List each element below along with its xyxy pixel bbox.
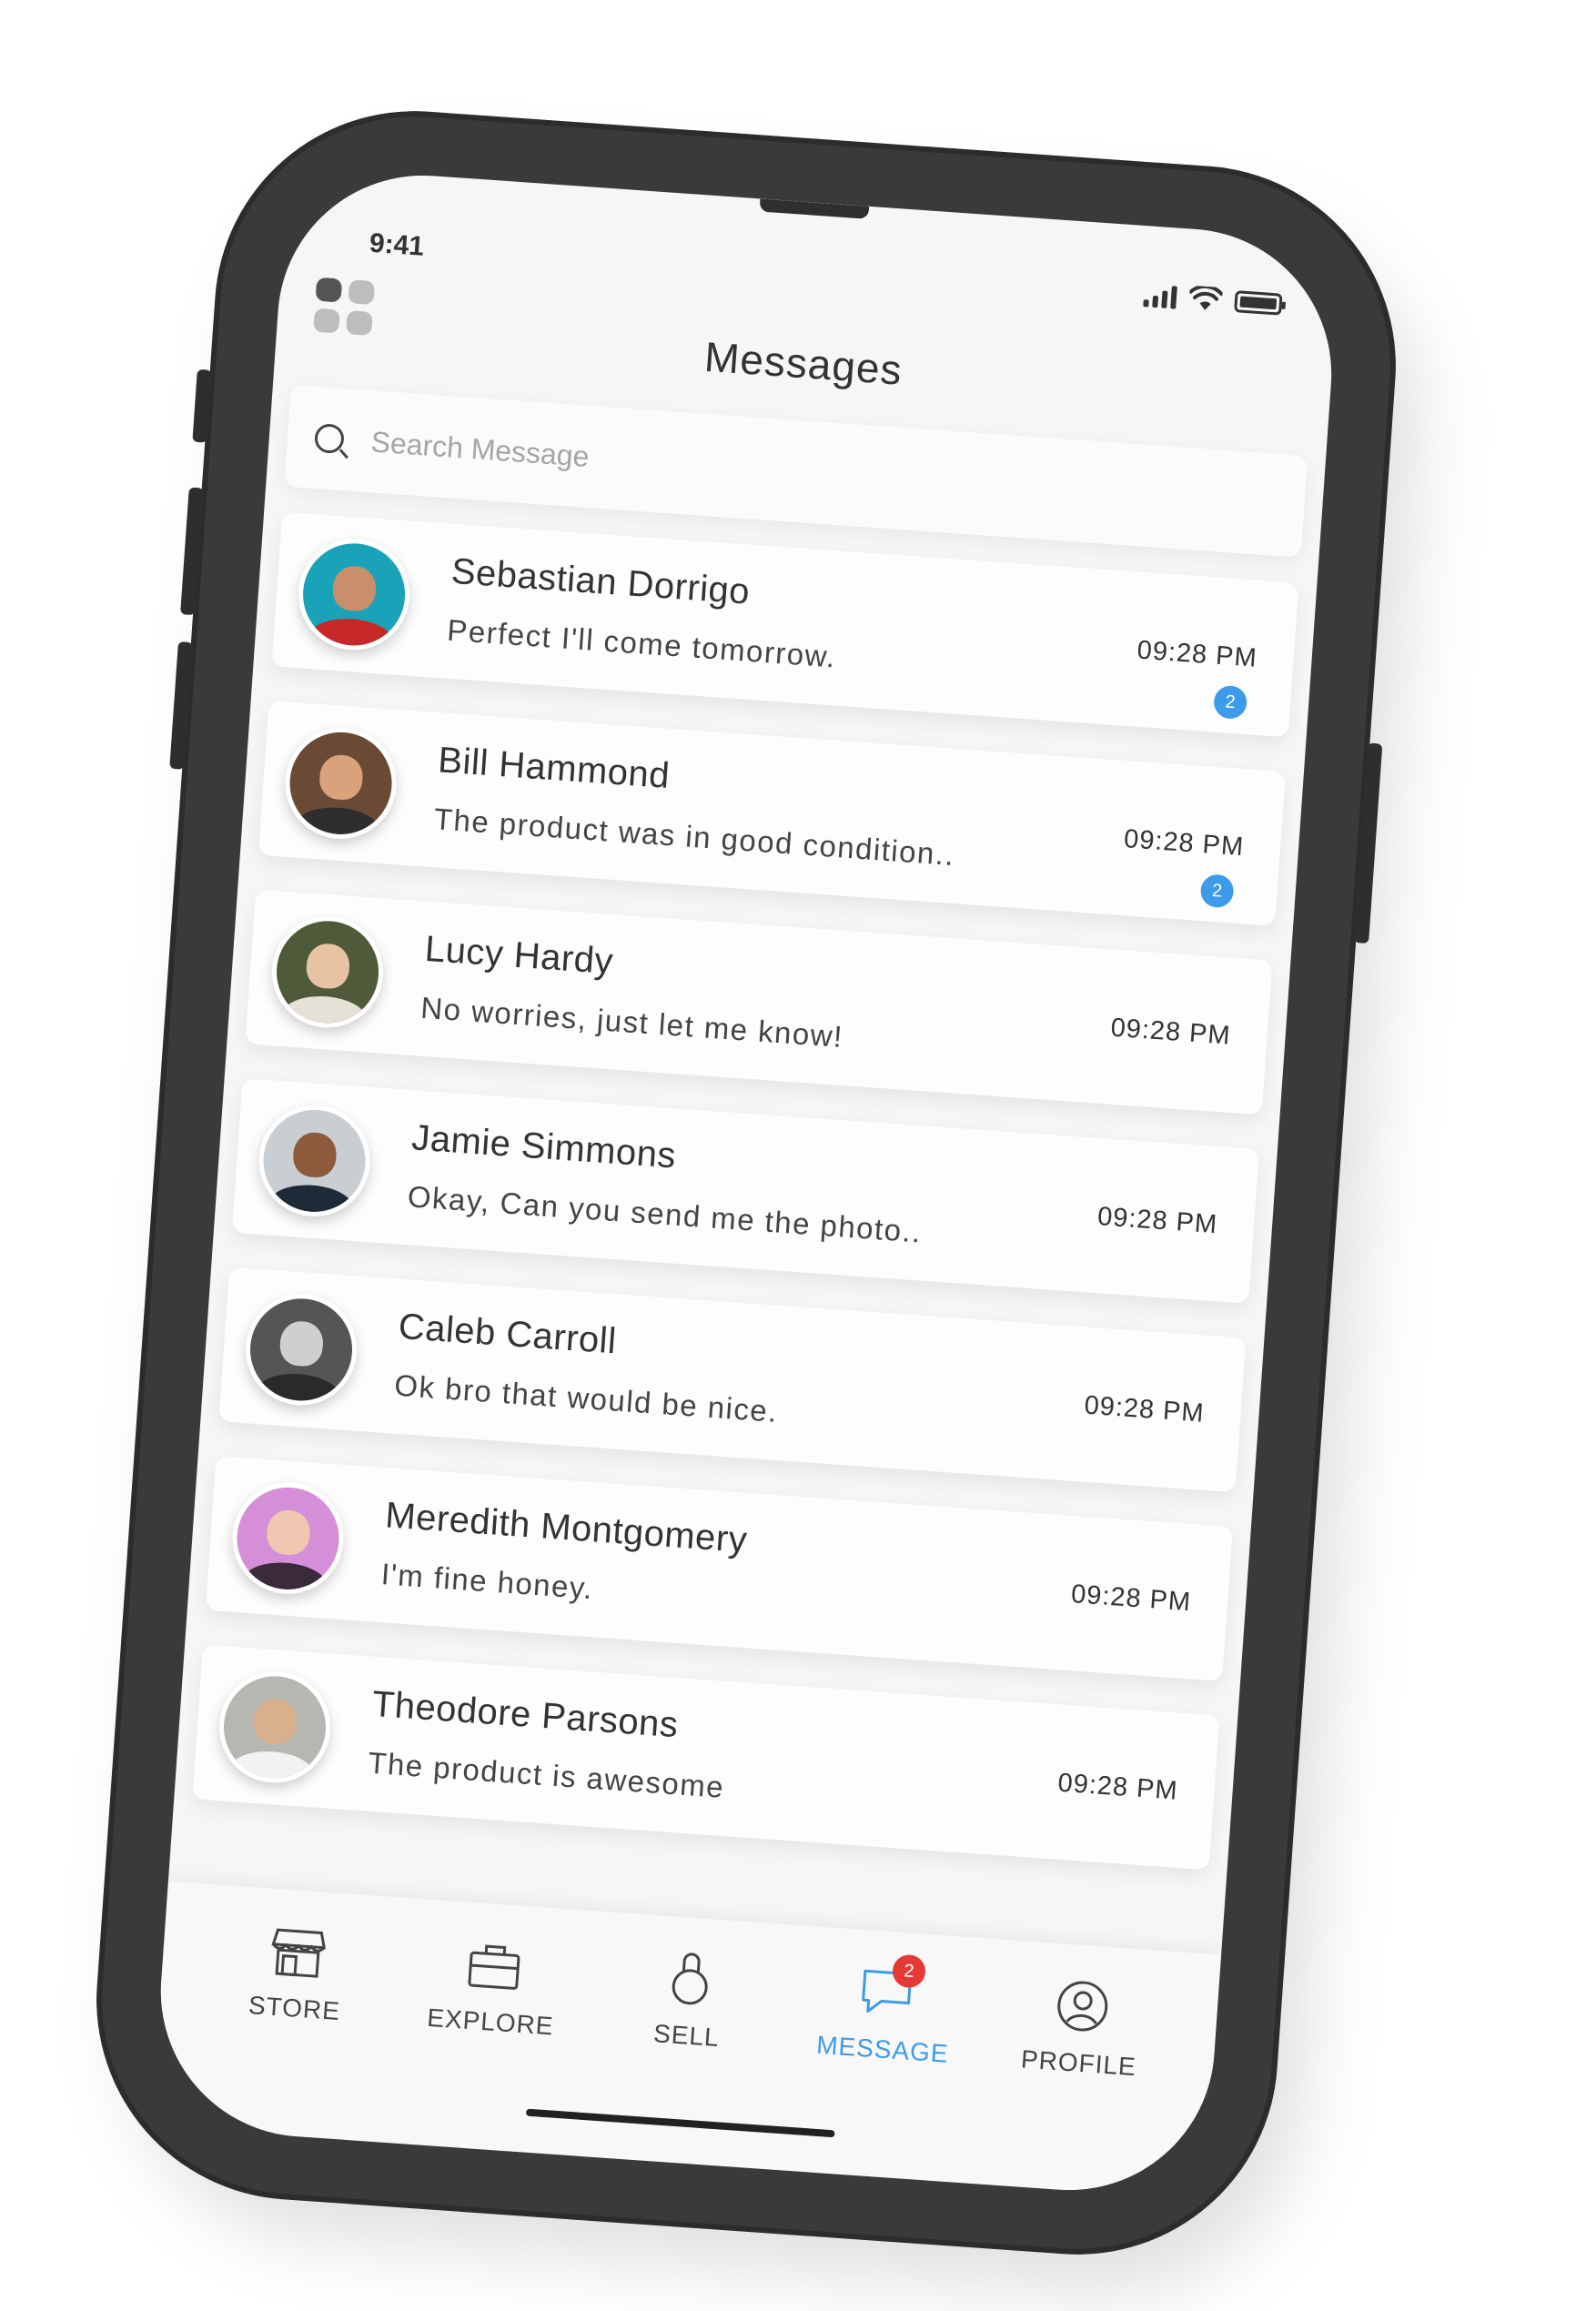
avatar [294, 535, 414, 654]
avatar-torso [228, 1748, 315, 1787]
nav-item-message[interactable]: 2 MESSAGE [800, 1953, 971, 2070]
unread-badge: 2 [1199, 873, 1235, 909]
avatar-face [318, 752, 365, 802]
avatar-face [252, 1697, 298, 1745]
conversation-row[interactable]: Lucy Hardy No worries, just let me know!… [245, 889, 1273, 1115]
contact-name: Jamie Simmons [410, 1117, 678, 1176]
nav-item-store[interactable]: STORE [212, 1912, 383, 2029]
contact-name: Theodore Parsons [370, 1683, 680, 1746]
message-time: 09:28 PM [1123, 824, 1246, 863]
contact-name: Sebastian Dorrigo [450, 550, 752, 612]
message-time: 09:28 PM [1083, 1390, 1206, 1428]
nav-label: PROFILE [1020, 2044, 1137, 2082]
nav-label: MESSAGE [815, 2030, 950, 2068]
avatar-face [291, 1130, 338, 1179]
conversation-row[interactable]: Theodore Parsons The product is awesome … [192, 1644, 1220, 1871]
avatar-torso [308, 615, 394, 654]
nav-label: STORE [247, 1991, 341, 2026]
avatar [281, 723, 400, 843]
conversation-row[interactable]: Caleb Carroll Ok bro that would be nice.… [218, 1267, 1247, 1493]
avatar-face [265, 1508, 312, 1557]
message-time: 09:28 PM [1136, 635, 1258, 673]
conversation-row[interactable]: Jamie Simmons Okay, Can you send me the … [231, 1078, 1259, 1304]
avatar-face [278, 1319, 325, 1367]
wifi-icon [1188, 285, 1223, 310]
avatar [255, 1101, 374, 1220]
profile-icon [1046, 1971, 1118, 2043]
home-indicator [525, 2108, 835, 2138]
last-message: I'm fine honey. [379, 1557, 595, 1606]
avatar-torso [294, 804, 381, 843]
signal-icon [1143, 283, 1177, 309]
status-time: 9:41 [368, 227, 426, 262]
avatar-face [305, 942, 351, 990]
status-icons [1143, 282, 1283, 318]
avatar-torso [281, 993, 368, 1032]
avatar [268, 913, 388, 1032]
avatar-torso [268, 1182, 355, 1220]
avatar-face [331, 564, 378, 612]
message-time: 09:28 PM [1070, 1579, 1193, 1618]
unread-badge: 2 [1212, 684, 1248, 721]
last-message: No worries, just let me know! [419, 990, 845, 1055]
avatar-torso [241, 1559, 328, 1598]
contact-name: Caleb Carroll [397, 1306, 618, 1362]
last-message: Perfect I'll come tomorrow. [446, 612, 838, 674]
search-icon [313, 422, 346, 455]
avatar [228, 1478, 348, 1598]
conversation-row[interactable]: Meredith Montgomery I'm fine honey. 09:2… [205, 1456, 1233, 1681]
message-time: 09:28 PM [1096, 1202, 1219, 1240]
conversation-list: Sebastian Dorrigo Perfect I'll come tomo… [190, 511, 1299, 1905]
search-input[interactable] [368, 423, 1010, 504]
sell-tag-icon [654, 1943, 726, 2014]
avatar-torso [255, 1370, 341, 1409]
briefcase-icon [459, 1929, 530, 2001]
store-icon [262, 1915, 334, 1987]
last-message: Okay, Can you send me the photo.. [406, 1179, 924, 1249]
last-message: Ok bro that would be nice. [393, 1367, 780, 1429]
phone-mockup: 9:41 Messages Sebastian Dorrigo Pe [83, 97, 1433, 2306]
contact-name: Bill Hammond [437, 740, 672, 796]
nav-label: EXPLORE [426, 2003, 555, 2041]
message-bubble-icon: 2 [851, 1953, 927, 2028]
last-message: The product was in good condition.. [432, 802, 956, 873]
message-time: 09:28 PM [1109, 1013, 1232, 1051]
contact-name: Meredith Montgomery [384, 1495, 749, 1560]
last-message: The product is awesome [367, 1745, 726, 1804]
nav-label: SELL [652, 2019, 721, 2053]
nav-item-sell[interactable]: SELL [604, 1940, 775, 2056]
phone-screen: 9:41 Messages Sebastian Dorrigo Pe [151, 166, 1341, 2200]
nav-item-explore[interactable]: EXPLORE [408, 1926, 579, 2043]
contact-name: Lucy Hardy [423, 928, 615, 983]
battery-icon [1234, 290, 1283, 316]
avatar [241, 1290, 361, 1409]
nav-item-profile[interactable]: PROFILE [995, 1967, 1167, 2084]
conversation-row[interactable]: Bill Hammond The product was in good con… [258, 701, 1286, 926]
avatar [215, 1668, 335, 1787]
message-time: 09:28 PM [1056, 1768, 1179, 1806]
